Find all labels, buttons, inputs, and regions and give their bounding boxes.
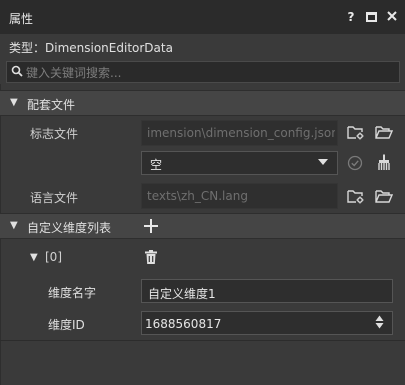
lang-file-value: texts\zh_CN.lang xyxy=(147,189,248,203)
trash-icon[interactable] xyxy=(145,250,157,264)
folder-settings-icon[interactable] xyxy=(347,188,365,204)
content-divider xyxy=(0,340,405,341)
lang-file-label: 语言文件 xyxy=(30,191,79,205)
broom-icon[interactable] xyxy=(376,154,392,171)
check-circle-icon[interactable] xyxy=(347,155,363,171)
collapse-triangle-icon[interactable]: ▼ xyxy=(30,252,38,263)
dimension-id-value: 1688560817 xyxy=(145,317,222,331)
search-icon xyxy=(11,65,23,77)
item-index-label: [0] xyxy=(45,250,62,264)
close-icon[interactable] xyxy=(386,10,398,22)
panel-title: 属性 xyxy=(9,12,34,26)
dimension-name-value: 自定义维度1 xyxy=(148,287,216,301)
maximize-icon[interactable] xyxy=(366,12,377,22)
caret-down-icon[interactable] xyxy=(318,159,328,166)
search-placeholder: 键入关键词搜索... xyxy=(26,66,122,80)
section-config-files-label: 配套文件 xyxy=(27,98,76,112)
flag-file-value: imension\dimension_config.json xyxy=(147,126,335,140)
section-custom-dimension-list-label: 自定义维度列表 xyxy=(27,221,112,235)
plus-icon[interactable] xyxy=(144,219,158,233)
config-dropdown-value: 空 xyxy=(150,158,163,172)
folder-open-icon[interactable] xyxy=(375,124,393,140)
type-line: 类型：DimensionEditorData xyxy=(9,41,173,55)
collapse-triangle-icon[interactable]: ▼ xyxy=(10,97,18,108)
dimension-name-label: 维度名字 xyxy=(48,286,97,300)
config-dropdown[interactable] xyxy=(141,151,338,175)
stepper-icon[interactable] xyxy=(375,315,384,329)
help-icon[interactable]: ? xyxy=(343,9,359,25)
collapse-triangle-icon[interactable]: ▼ xyxy=(10,220,18,231)
folder-settings-icon[interactable] xyxy=(347,124,365,140)
folder-open-icon[interactable] xyxy=(375,188,393,204)
flag-file-label: 标志文件 xyxy=(30,127,79,141)
dimension-id-label: 维度ID xyxy=(48,318,85,332)
